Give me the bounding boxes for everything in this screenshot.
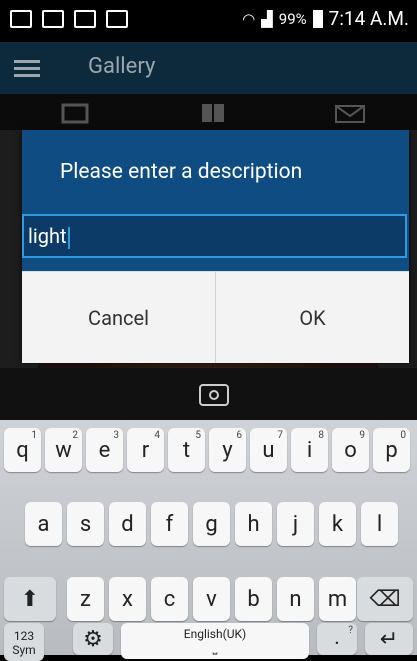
key-u[interactable]: u7 [250, 428, 287, 472]
key-e-secondary: 3 [113, 430, 119, 441]
key-p-secondary: 0 [400, 430, 406, 441]
key-r-secondary: 4 [154, 430, 160, 441]
space-key-label: English(UK) [183, 627, 247, 641]
app-title: Gallery [88, 54, 156, 79]
settings-gear-key[interactable]: ⚙ [73, 623, 113, 655]
key-a[interactable]: a [25, 502, 62, 546]
camera-icon[interactable] [199, 384, 229, 406]
key-d[interactable]: d [109, 502, 146, 546]
key-z[interactable]: z [67, 577, 104, 621]
key-q-secondary: 1 [31, 430, 37, 441]
mail-tab-icon[interactable] [334, 102, 365, 123]
key-c[interactable]: c [151, 577, 188, 621]
key-s[interactable]: s [67, 502, 104, 546]
key-w-secondary: 2 [72, 430, 78, 441]
key-j[interactable]: j [277, 502, 314, 546]
key-t[interactable]: t5 [168, 428, 205, 472]
gallery-tab-icon[interactable] [61, 102, 91, 124]
key-u-secondary: 7 [277, 430, 283, 441]
key-i-secondary: 8 [318, 430, 324, 441]
dialog-title: Please enter a description [60, 160, 303, 184]
key-k[interactable]: k [319, 502, 356, 546]
clock: 7:14 A.M. [328, 7, 409, 30]
app-bar: Gallery [0, 42, 417, 94]
notification-icons [10, 10, 128, 28]
period-key-label: . [334, 625, 340, 650]
sym-key-label-top: 123 [13, 629, 35, 643]
space-bar-icon: ⎵ [212, 641, 218, 655]
description-dialog: Please enter a description light Cancel … [22, 130, 409, 363]
shift-key[interactable]: ⬆ [4, 577, 56, 621]
key-n[interactable]: n [277, 577, 314, 621]
image-notification-icon [42, 10, 64, 28]
menu-icon[interactable] [14, 60, 40, 78]
backspace-key[interactable]: ⌫ [357, 577, 413, 621]
sym-key[interactable]: 123 Sym [4, 623, 44, 661]
key-m[interactable]: m [319, 577, 356, 621]
dialog-button-bar: Cancel OK [22, 271, 409, 363]
space-key[interactable]: English(UK) ⎵ [121, 623, 309, 659]
key-q[interactable]: q1 [4, 428, 41, 472]
battery-percent: 99% [278, 9, 307, 28]
key-i[interactable]: i8 [291, 428, 328, 472]
key-t-secondary: 5 [195, 430, 201, 441]
tab-bar [0, 94, 417, 130]
status-bar: ◠ ▟ 99% 7:14 A.M. [0, 0, 417, 42]
period-key-sup: ? [348, 625, 353, 636]
key-e[interactable]: e3 [86, 428, 123, 472]
enter-key[interactable]: ↵ [365, 623, 413, 655]
key-v[interactable]: v [193, 577, 230, 621]
period-key[interactable]: ? . [317, 623, 357, 655]
mail-notification-icon [74, 10, 96, 28]
keyboard-notification-icon [10, 10, 32, 28]
battery-icon [312, 9, 323, 28]
key-y-secondary: 6 [236, 430, 242, 441]
ok-button[interactable]: OK [215, 272, 409, 363]
system-status: ◠ ▟ 99% 7:14 A.M. [242, 7, 409, 30]
wifi-icon: ◠ [242, 9, 256, 28]
upload-notification-icon [106, 10, 128, 28]
key-p[interactable]: p0 [373, 428, 410, 472]
key-y[interactable]: y6 [209, 428, 246, 472]
description-input[interactable]: light [22, 214, 407, 258]
key-o[interactable]: o9 [332, 428, 369, 472]
key-x[interactable]: x [109, 577, 146, 621]
key-r[interactable]: r4 [127, 428, 164, 472]
signal-icon: ▟ [261, 9, 273, 28]
text-caret [67, 226, 70, 249]
soft-keyboard: q1w2e3r4t5y6u7i8o9p0 asdfghjkl zxcvbnm ⬆… [0, 420, 417, 661]
key-h[interactable]: h [235, 502, 272, 546]
key-b[interactable]: b [235, 577, 272, 621]
cancel-button[interactable]: Cancel [22, 272, 215, 363]
key-f[interactable]: f [151, 502, 188, 546]
key-g[interactable]: g [193, 502, 230, 546]
description-input-value: light [28, 224, 67, 248]
key-w[interactable]: w2 [45, 428, 82, 472]
key-o-secondary: 9 [359, 430, 365, 441]
book-tab-icon[interactable] [199, 102, 229, 122]
key-l[interactable]: l [361, 502, 398, 546]
